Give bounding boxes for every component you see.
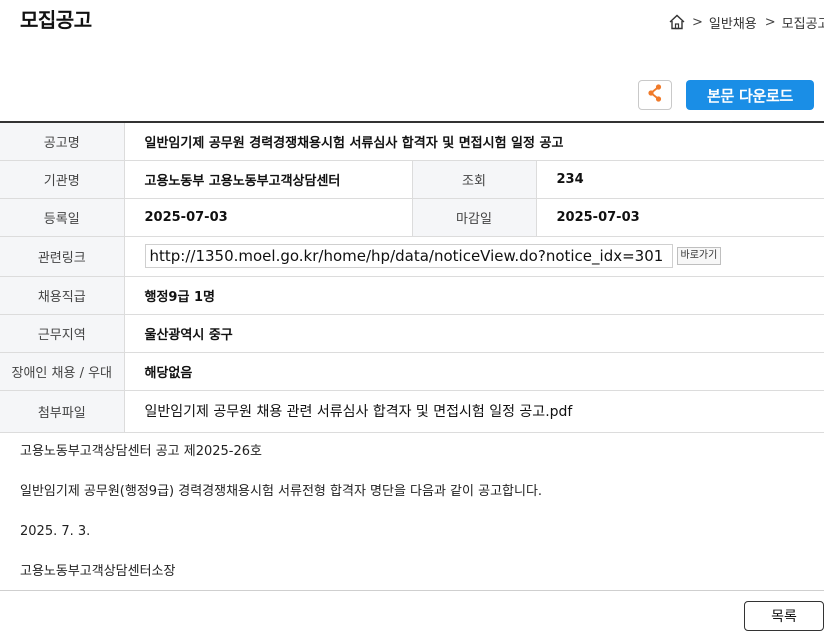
notice-info-table: 공고명 일반임기제 공무원 경력경쟁채용시험 서류심사 합격자 및 면접시험 일… <box>0 121 824 433</box>
views-value: 234 <box>556 171 584 187</box>
row-region: 근무지역 울산광역시 중구 <box>0 314 824 352</box>
deadline-value: 2025-07-03 <box>556 209 640 225</box>
breadcrumb: > 일반채용 > 모집공고 <box>668 11 824 33</box>
notice-body: 고용노동부고객상담센터 공고 제2025-26호 일반임기제 공무원(행정9급)… <box>20 443 810 603</box>
notice-content-line: 일반임기제 공무원(행정9급) 경력경쟁채용시험 서류전형 합격자 명단을 다음… <box>20 484 543 499</box>
title-label: 공고명 <box>0 122 125 160</box>
job-grade-label: 채용직급 <box>0 276 125 314</box>
row-job: 채용직급 행정9급 1명 <box>0 276 824 314</box>
share-icon <box>646 83 664 107</box>
breadcrumb-separator: > <box>764 14 776 30</box>
home-icon[interactable] <box>668 13 686 31</box>
job-grade-value: 행정9급 1명 <box>144 289 215 305</box>
reg-date-label: 등록일 <box>0 198 125 236</box>
row-agency: 기관명 고용노동부 고용노동부고객상담센터 조회 234 <box>0 160 824 198</box>
breadcrumb-item-general-hiring[interactable]: 일반채용 <box>709 13 757 32</box>
row-attachment: 첨부파일 일반임기제 공무원 채용 관련 서류심사 합격자 및 면접시험 일정 … <box>0 390 824 432</box>
row-dates: 등록일 2025-07-03 마감일 2025-07-03 <box>0 198 824 236</box>
share-button[interactable] <box>638 80 672 110</box>
row-link: 관련링크 http://1350.moel.go.kr/home/hp/data… <box>0 236 824 276</box>
attachment-link[interactable]: 일반임기제 공무원 채용 관련 서류심사 합격자 및 면접시험 일정 공고.pd… <box>124 390 824 432</box>
notice-date-line: 2025. 7. 3. <box>20 524 91 539</box>
breadcrumb-separator: > <box>692 14 703 30</box>
link-label: 관련링크 <box>0 236 125 276</box>
page-title: 모집공고 <box>20 8 92 32</box>
divider <box>0 590 824 591</box>
notice-number-line: 고용노동부고객상담센터 공고 제2025-26호 <box>20 444 262 459</box>
region-value: 울산광역시 중구 <box>144 327 233 343</box>
list-button[interactable]: 목록 <box>744 601 824 631</box>
breadcrumb-item-recruit-notice[interactable]: 모집공고 <box>782 13 824 32</box>
agency-value: 고용노동부 고용노동부고객상담센터 <box>144 173 341 189</box>
notice-signer-line: 고용노동부고객상담센터소장 <box>20 564 176 579</box>
go-link-button[interactable]: 바로가기 <box>676 247 722 265</box>
related-link-field[interactable]: http://1350.moel.go.kr/home/hp/data/noti… <box>144 244 673 268</box>
row-disabled: 장애인 채용 / 우대 해당없음 <box>0 352 824 390</box>
disabled-hiring-label: 장애인 채용 / 우대 <box>0 352 125 390</box>
disabled-hiring-value: 해당없음 <box>144 365 193 381</box>
views-label: 조회 <box>411 160 537 198</box>
agency-label: 기관명 <box>0 160 125 198</box>
reg-date-value: 2025-07-03 <box>144 209 228 225</box>
attachment-label: 첨부파일 <box>0 390 125 432</box>
deadline-label: 마감일 <box>411 198 537 236</box>
row-title: 공고명 일반임기제 공무원 경력경쟁채용시험 서류심사 합격자 및 면접시험 일… <box>0 122 824 160</box>
title-value: 일반임기제 공무원 경력경쟁채용시험 서류심사 합격자 및 면접시험 일정 공고 <box>144 135 564 151</box>
download-body-button[interactable]: 본문 다운로드 <box>686 80 814 110</box>
region-label: 근무지역 <box>0 314 125 352</box>
link-cell: http://1350.moel.go.kr/home/hp/data/noti… <box>124 236 824 276</box>
